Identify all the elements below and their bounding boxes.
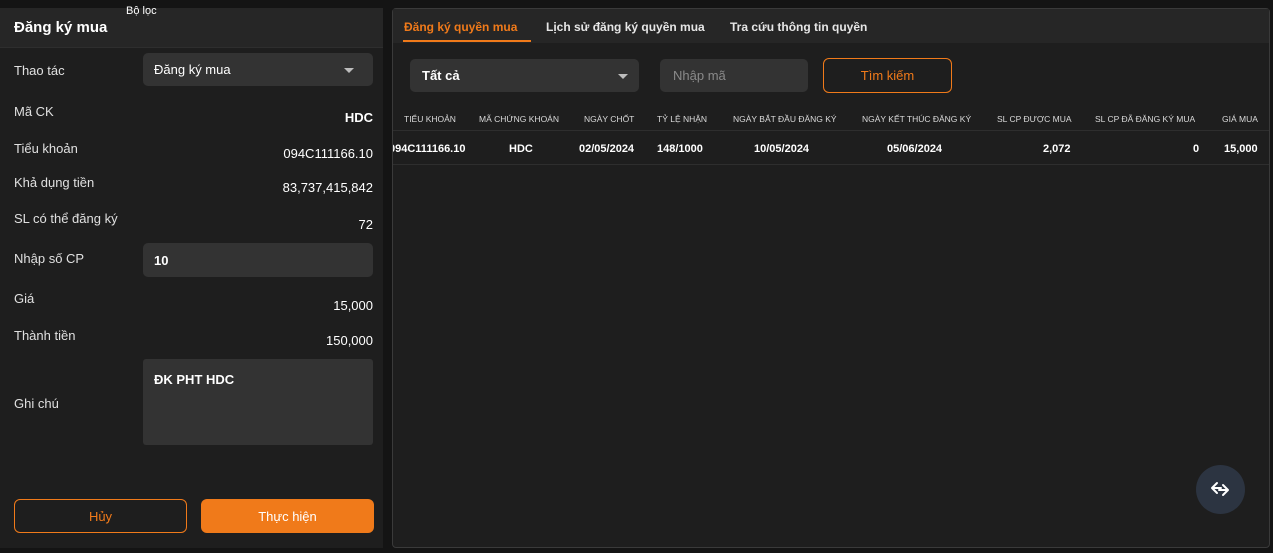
tab-register-history[interactable]: Lịch sử đăng ký quyền mua	[546, 20, 705, 34]
chevron-down-icon	[618, 74, 628, 79]
column-header[interactable]: SL CP ĐÃ ĐĂNG KÝ MUA	[1095, 114, 1195, 124]
register-panel-header: Đăng ký mua Bộ lọc	[0, 5, 383, 48]
cell-registered-qty: 0	[1193, 143, 1200, 155]
cell-subaccount: 094C111166.10	[393, 143, 466, 155]
qty-input-value: 10	[154, 253, 169, 268]
column-header[interactable]: NGÀY CHỐT	[584, 114, 634, 124]
cell-record-date: 02/05/2024	[579, 143, 635, 155]
cash-available-value: 83,737,415,842	[282, 180, 373, 195]
column-header[interactable]: NGÀY KẾT THÚC ĐĂNG KÝ	[862, 114, 971, 124]
symbol-label: Mã CK	[14, 104, 54, 119]
action-select-value: Đăng ký mua	[154, 62, 231, 77]
tab-rights-lookup[interactable]: Tra cứu thông tin quyền	[730, 20, 867, 34]
symbol-value: HDC	[344, 110, 373, 125]
tab-bar: Đăng ký quyền mua Lịch sử đăng ký quyền …	[393, 9, 1269, 43]
price-value: 15,000	[333, 298, 373, 313]
rights-panel: Đăng ký quyền mua Lịch sử đăng ký quyền …	[392, 8, 1270, 548]
column-header[interactable]: TỶ LỆ NHẬN	[657, 114, 707, 124]
status-filter-value: Tất cả	[422, 68, 460, 83]
chevron-down-icon	[344, 68, 354, 73]
max-qty-value: 72	[358, 217, 373, 232]
register-panel-title: Đăng ký mua	[14, 19, 108, 36]
amount-value: 150,000	[326, 333, 373, 348]
note-label: Ghi chú	[14, 396, 59, 411]
swap-arrows-icon	[1211, 482, 1229, 496]
column-header[interactable]: MÃ CHỨNG KHOÁN	[479, 114, 559, 124]
register-panel: Đăng ký mua Bộ lọc Thao tác Đăng ký mua …	[0, 5, 383, 548]
cancel-button[interactable]: Hủy	[14, 499, 187, 533]
swap-panels-button[interactable]	[1196, 465, 1245, 514]
max-qty-label: SL có thể đăng ký	[14, 211, 118, 226]
table-header: TIỂU KHOẢN MÃ CHỨNG KHOÁN NGÀY CHỐT TỶ L…	[393, 103, 1269, 131]
qty-input-label: Nhập số CP	[14, 251, 85, 266]
cell-buyable-qty: 2,072	[1043, 143, 1071, 155]
cell-ratio: 148/1000	[657, 143, 703, 155]
amount-label: Thành tiền	[14, 328, 76, 343]
symbol-code-input[interactable]: Nhập mã	[660, 59, 808, 92]
cell-end-date: 05/06/2024	[887, 143, 943, 155]
price-label: Giá	[14, 291, 35, 306]
action-select[interactable]: Đăng ký mua	[143, 53, 373, 86]
qty-input[interactable]: 10	[143, 243, 373, 277]
cell-symbol: HDC	[509, 143, 533, 155]
active-tab-indicator	[403, 40, 531, 42]
note-value: ĐK PHT HDC	[154, 372, 235, 387]
subaccount-label: Tiểu khoản	[14, 141, 78, 156]
tab-register-rights[interactable]: Đăng ký quyền mua	[404, 20, 517, 34]
action-label: Thao tác	[14, 63, 65, 78]
cell-start-date: 10/05/2024	[754, 143, 810, 155]
search-button[interactable]: Tìm kiếm	[823, 58, 952, 93]
column-header[interactable]: GIÁ MUA	[1222, 114, 1258, 124]
column-header[interactable]: TIỂU KHOẢN	[404, 114, 456, 124]
symbol-code-placeholder: Nhập mã	[673, 68, 726, 83]
status-filter-select[interactable]: Tất cả	[410, 59, 639, 92]
subaccount-value: 094C111166.10	[283, 146, 373, 161]
column-header[interactable]: NGÀY BẮT ĐẦU ĐĂNG KÝ	[733, 114, 837, 124]
cash-available-label: Khả dụng tiền	[14, 175, 95, 190]
submit-button[interactable]: Thực hiện	[201, 499, 374, 533]
column-header[interactable]: SL CP ĐƯỢC MUA	[997, 114, 1072, 124]
filter-label[interactable]: Bộ lọc	[126, 5, 157, 17]
cell-buy-price: 15,000	[1224, 143, 1258, 155]
table-row[interactable]: 094C111166.10 HDC 02/05/2024 148/1000 10…	[393, 133, 1269, 165]
note-textarea[interactable]: ĐK PHT HDC	[143, 359, 373, 445]
